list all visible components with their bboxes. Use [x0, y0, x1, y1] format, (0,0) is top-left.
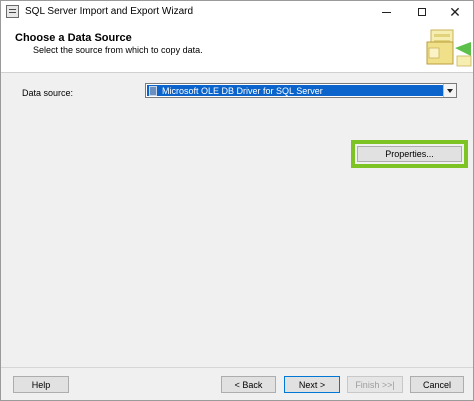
page-subtitle: Select the source from which to copy dat… [33, 45, 203, 55]
footer-divider [1, 367, 473, 368]
maximize-icon [418, 8, 426, 16]
close-icon: ✕ [449, 4, 461, 20]
data-source-label: Data source: [22, 88, 74, 98]
wizard-folder-icon [426, 29, 472, 67]
data-source-select[interactable]: Microsoft OLE DB Driver for SQL Server [145, 83, 457, 98]
properties-button[interactable]: Properties... [357, 146, 462, 162]
data-source-value: Microsoft OLE DB Driver for SQL Server [162, 85, 323, 96]
data-source-selected-item: Microsoft OLE DB Driver for SQL Server [147, 85, 443, 96]
close-button[interactable]: ✕ [438, 1, 472, 23]
maximize-button[interactable] [405, 1, 439, 23]
help-button[interactable]: Help [13, 376, 69, 393]
next-button[interactable]: Next > [284, 376, 340, 393]
wizard-window: SQL Server Import and Export Wizard ✕ Ch… [0, 0, 474, 401]
window-title: SQL Server Import and Export Wizard [25, 6, 194, 17]
cancel-button[interactable]: Cancel [410, 376, 464, 393]
minimize-icon [381, 11, 391, 13]
finish-button[interactable]: Finish >>| [347, 376, 403, 393]
wizard-header: Choose a Data Source Select the source f… [1, 23, 473, 73]
database-icon [149, 85, 157, 96]
chevron-down-icon[interactable] [443, 84, 456, 97]
title-bar[interactable]: SQL Server Import and Export Wizard ✕ [1, 1, 473, 23]
app-icon [6, 5, 19, 18]
back-button[interactable]: < Back [221, 376, 276, 393]
minimize-button[interactable] [369, 1, 403, 23]
page-title: Choose a Data Source [15, 32, 132, 44]
